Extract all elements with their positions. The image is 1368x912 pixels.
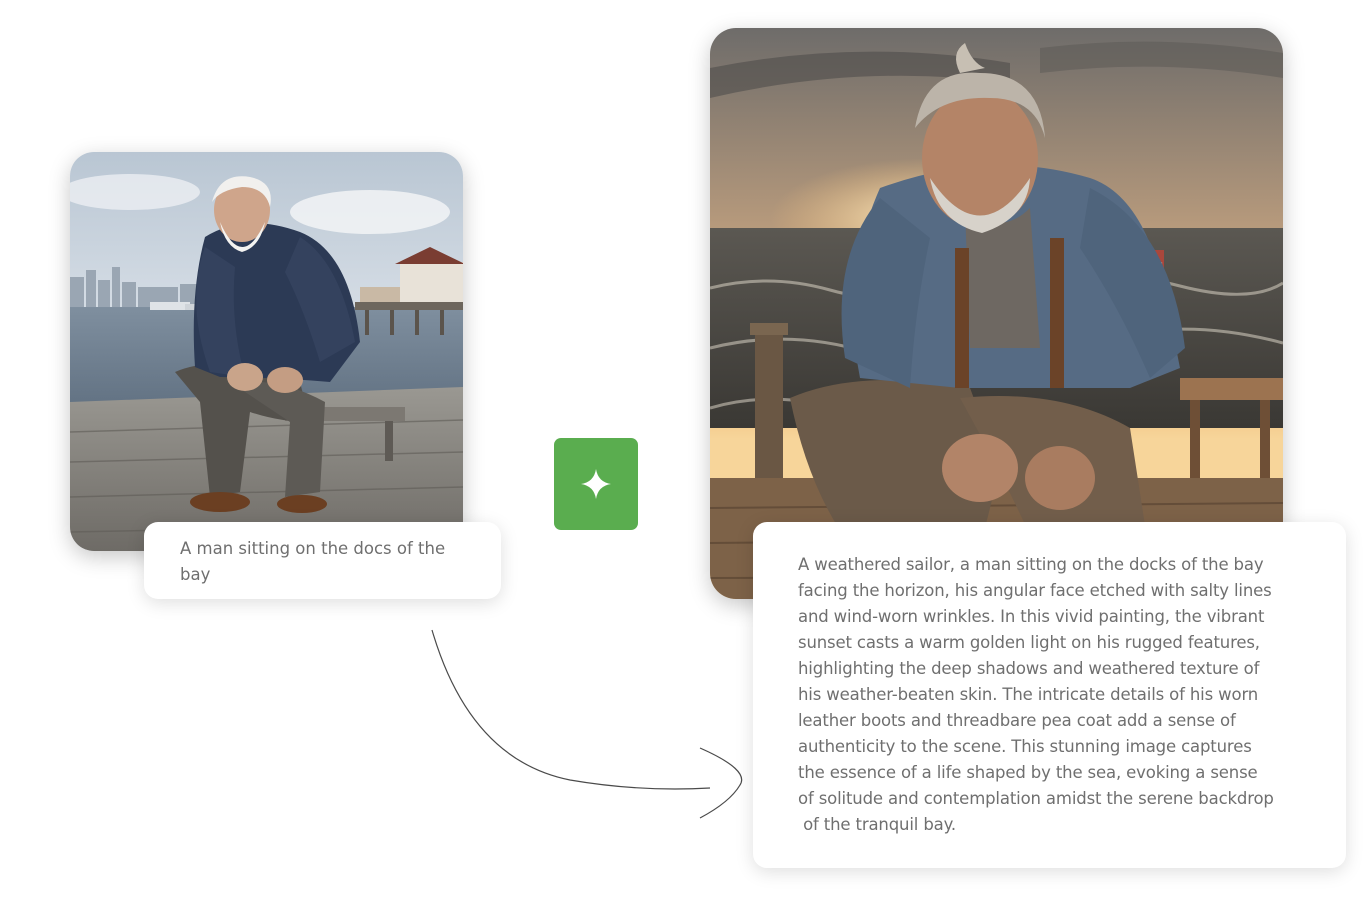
output-image	[710, 28, 1283, 599]
output-description-line: highlighting the deep shadows and weathe…	[798, 659, 1260, 678]
output-description-line: of the tranquil bay.	[798, 815, 956, 834]
input-prompt-card: A man sitting on the docs of the bay	[144, 522, 501, 599]
output-description-card: A weathered sailor, a man sitting on the…	[753, 522, 1346, 868]
input-prompt-text: A man sitting on the docs of the bay	[180, 539, 446, 584]
output-description-line: facing the horizon, his angular face etc…	[798, 581, 1272, 600]
output-description-line: sunset casts a warm golden light on his …	[798, 633, 1260, 652]
output-description-line: A weathered sailor, a man sitting on the…	[798, 555, 1264, 574]
sparkle-icon	[581, 469, 611, 499]
output-description-line: and wind-worn wrinkles. In this vivid pa…	[798, 607, 1265, 626]
output-description-line: authenticity to the scene. This stunning…	[798, 737, 1252, 756]
input-image	[70, 152, 463, 551]
flow-arrow-icon	[431, 629, 743, 819]
output-description-line: his weather-beaten skin. The intricate d…	[798, 685, 1259, 704]
input-photo-illustration	[70, 152, 463, 551]
output-description-line: the essence of a life shaped by the sea,…	[798, 763, 1258, 782]
output-description-line: leather boots and threadbare pea coat ad…	[798, 711, 1236, 730]
output-painting-illustration	[710, 28, 1283, 599]
generate-button[interactable]	[554, 438, 638, 530]
output-description-line: of solitude and contemplation amidst the…	[798, 789, 1274, 808]
